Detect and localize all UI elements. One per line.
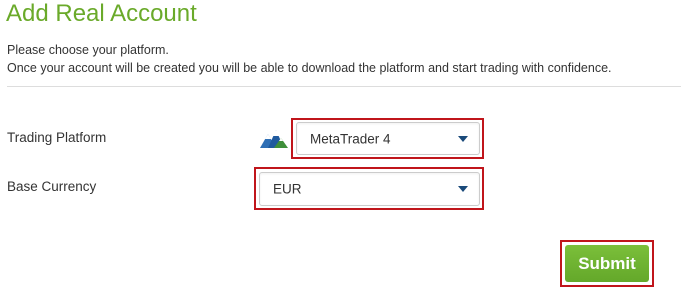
add-real-account-page: Add Real Account Please choose your plat… — [0, 0, 683, 295]
page-title: Add Real Account — [6, 0, 197, 27]
trading-platform-label: Trading Platform — [7, 130, 107, 145]
divider — [7, 86, 681, 87]
chevron-down-icon — [458, 186, 468, 192]
base-currency-label: Base Currency — [7, 179, 97, 194]
intro-text: Please choose your platform. Once your a… — [7, 41, 612, 77]
intro-line-2: Once your account will be created you wi… — [7, 61, 612, 75]
intro-line-1: Please choose your platform. — [7, 43, 169, 57]
base-currency-value: EUR — [273, 181, 302, 197]
trading-platform-select[interactable]: MetaTrader 4 — [296, 122, 480, 155]
metatrader-logo-icon — [260, 130, 288, 148]
base-currency-select[interactable]: EUR — [259, 172, 480, 206]
chevron-down-icon — [458, 135, 468, 142]
trading-platform-value: MetaTrader 4 — [310, 131, 391, 146]
submit-button[interactable]: Submit — [565, 245, 649, 282]
